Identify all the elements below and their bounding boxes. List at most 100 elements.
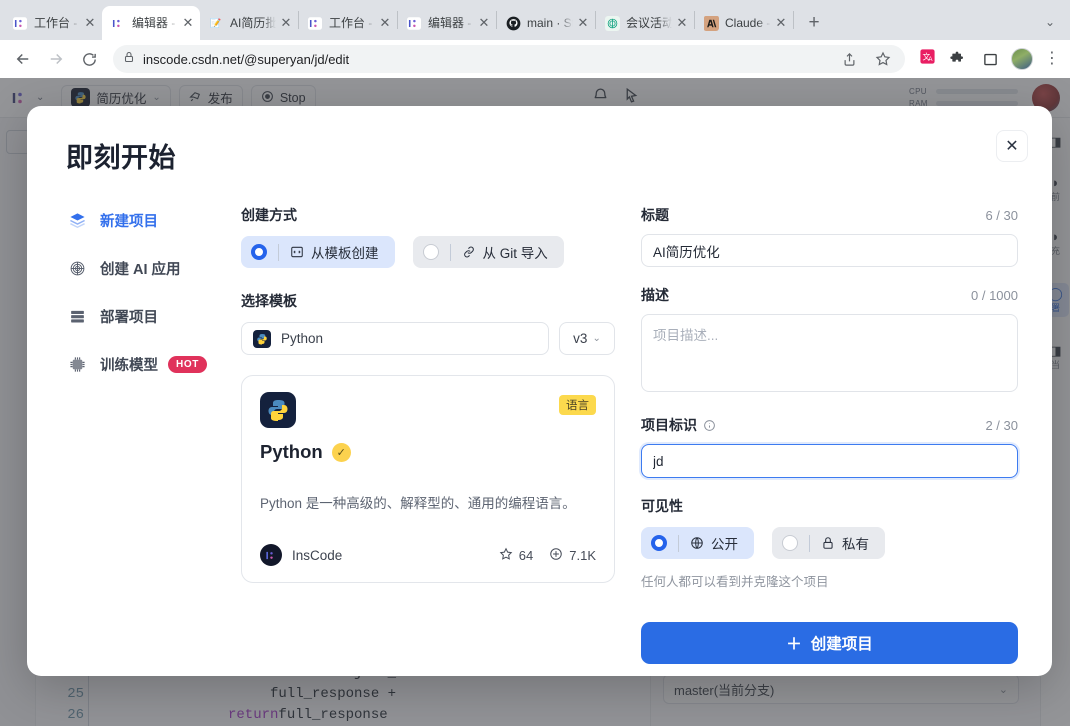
forward-button[interactable] xyxy=(41,44,71,74)
version-value: v3 xyxy=(573,331,588,346)
create-method-group: 从模板创建 从 Git 导入 xyxy=(241,236,615,268)
option-from-template[interactable]: 从模板创建 xyxy=(241,236,395,268)
tab-title: 会议活动服 xyxy=(626,16,672,30)
sidebar-item-label: 创建 AI 应用 xyxy=(100,261,181,278)
openai-spiral-icon xyxy=(66,260,88,277)
python-logo-icon xyxy=(260,392,296,428)
browser-tab[interactable]: Claude -- ✕ xyxy=(695,6,793,40)
modal-right-column: 标题 6 / 30 描述 0 / 1000 项目标识 2 / 30 可见性 xyxy=(633,205,1018,664)
close-icon[interactable]: ✕ xyxy=(996,130,1028,162)
svg-text:A: A xyxy=(928,56,933,63)
visibility-hint: 任何人都可以看到并克隆这个项目 xyxy=(641,575,829,589)
close-icon[interactable]: ✕ xyxy=(773,15,789,31)
browser-tab[interactable]: 工作台 - In ✕ xyxy=(4,6,102,40)
back-button[interactable] xyxy=(8,44,38,74)
sidebar-item-train-model[interactable]: 训练模型 HOT xyxy=(66,349,241,379)
browser-tab[interactable]: 会议活动服 ✕ xyxy=(596,6,694,40)
version-select[interactable]: v3 ⌄ xyxy=(559,322,615,355)
description-textarea[interactable] xyxy=(641,314,1018,392)
browser-tab[interactable]: 工作台 - In ✕ xyxy=(299,6,397,40)
inscode-icon xyxy=(307,15,323,31)
template-picker-row: Python v3 ⌄ xyxy=(241,322,615,355)
extension-icons: 文A ⋮ xyxy=(919,47,1062,71)
template-badge: 语言 xyxy=(559,395,596,415)
github-icon xyxy=(505,15,521,31)
slug-label: 项目标识 xyxy=(641,417,697,433)
three-dots-icon[interactable]: ⋮ xyxy=(1042,49,1062,69)
tab-title: Claude -- xyxy=(725,16,771,30)
title-label: 标题 xyxy=(641,207,669,223)
new-tab-button[interactable]: + xyxy=(800,9,828,37)
create-project-label: 创建项目 xyxy=(810,636,873,653)
title-input[interactable] xyxy=(641,234,1018,267)
title-label-row: 标题 6 / 30 xyxy=(641,205,1018,225)
close-icon[interactable]: ✕ xyxy=(278,15,294,31)
chip-icon xyxy=(66,356,88,373)
python-logo-icon xyxy=(253,329,271,348)
divider xyxy=(678,534,679,552)
tab-title: 编辑器 - In xyxy=(428,16,474,30)
option-from-git[interactable]: 从 Git 导入 xyxy=(412,236,564,268)
anthropic-icon xyxy=(703,15,719,31)
inscode-avatar-icon xyxy=(260,544,282,566)
memo-icon: 📝 xyxy=(210,17,222,28)
puzzle-icon[interactable] xyxy=(945,47,969,71)
create-project-button[interactable]: ＋ 创建项目 xyxy=(641,622,1018,664)
share-icon[interactable] xyxy=(837,47,861,71)
translate-icon[interactable]: 文A xyxy=(919,48,936,70)
option-label: 私有 xyxy=(842,537,869,552)
description-label-row: 描述 0 / 1000 xyxy=(641,285,1018,305)
template-footer: InsCode 64 7.1K xyxy=(260,544,596,566)
reload-button[interactable] xyxy=(74,44,104,74)
template-card[interactable]: 语言 Python ✓ Python 是一种高级的、解释型的、通用的编程语言。 … xyxy=(241,375,615,583)
radio-icon xyxy=(782,535,798,551)
radio-icon xyxy=(651,535,667,551)
tab-divider xyxy=(793,11,794,29)
close-icon[interactable]: ✕ xyxy=(476,15,492,31)
close-icon[interactable]: ✕ xyxy=(82,15,98,31)
star-icon[interactable] xyxy=(871,47,895,71)
inscode-icon xyxy=(406,15,422,31)
close-icon[interactable]: ✕ xyxy=(575,15,591,31)
tab-title: 工作台 - In xyxy=(329,16,375,30)
page-title: 即刻开始 xyxy=(66,143,176,173)
stars-stat: 64 xyxy=(499,547,533,564)
get-started-modal: 即刻开始 ✕ 新建项目 创建 AI 应用 部署项目 训练模型 HOT 创建方式 … xyxy=(27,106,1052,676)
address-bar[interactable]: inscode.csdn.net/@superyan/jd/edit xyxy=(113,45,905,73)
inscode-icon xyxy=(110,15,126,31)
info-icon[interactable] xyxy=(703,419,716,432)
close-icon[interactable]: ✕ xyxy=(377,15,393,31)
template-picker-label: 选择模板 xyxy=(241,293,297,309)
browser-toolbar: inscode.csdn.net/@superyan/jd/edit 文A ⋮ xyxy=(0,40,1070,78)
tab-title: AI简历批改 xyxy=(230,16,276,30)
profile-avatar[interactable] xyxy=(1011,48,1033,70)
side-panel-icon[interactable] xyxy=(978,47,1002,71)
url-text: inscode.csdn.net/@superyan/jd/edit xyxy=(143,51,350,67)
modal-columns: 新建项目 创建 AI 应用 部署项目 训练模型 HOT 创建方式 从模板创建 从… xyxy=(61,205,1018,664)
star-icon xyxy=(499,547,513,564)
browser-tab[interactable]: 编辑器 - In ✕ xyxy=(398,6,496,40)
status-badge: HOT xyxy=(168,355,207,373)
layers-icon xyxy=(66,212,88,229)
browser-tab[interactable]: 📝 AI简历批改 ✕ xyxy=(200,6,298,40)
title-counter: 6 / 30 xyxy=(985,207,1018,223)
browser-tab[interactable]: main · St ✕ xyxy=(497,6,595,40)
visibility-group: 公开 私有 xyxy=(641,527,1018,559)
tab-list-chevron-icon[interactable]: ⌄ xyxy=(1036,9,1064,37)
sidebar-item-new-project[interactable]: 新建项目 xyxy=(66,205,241,235)
sidebar-item-deploy-project[interactable]: 部署项目 xyxy=(66,301,241,331)
close-icon[interactable]: ✕ xyxy=(180,15,196,31)
template-select[interactable]: Python xyxy=(241,322,549,355)
openai-icon xyxy=(604,15,620,31)
fork-icon xyxy=(549,547,563,564)
option-public[interactable]: 公开 xyxy=(641,527,754,559)
close-icon[interactable]: ✕ xyxy=(674,15,690,31)
option-private[interactable]: 私有 xyxy=(772,527,885,559)
sidebar-item-create-ai-app[interactable]: 创建 AI 应用 xyxy=(66,253,241,283)
browser-tab-active[interactable]: 编辑器 - In ✕ xyxy=(102,6,200,40)
create-method-label: 创建方式 xyxy=(241,207,297,223)
server-icon xyxy=(66,308,88,325)
chevron-down-icon: ⌄ xyxy=(592,333,601,344)
slug-input[interactable] xyxy=(641,444,1018,478)
tab-title: 工作台 - In xyxy=(34,16,80,30)
